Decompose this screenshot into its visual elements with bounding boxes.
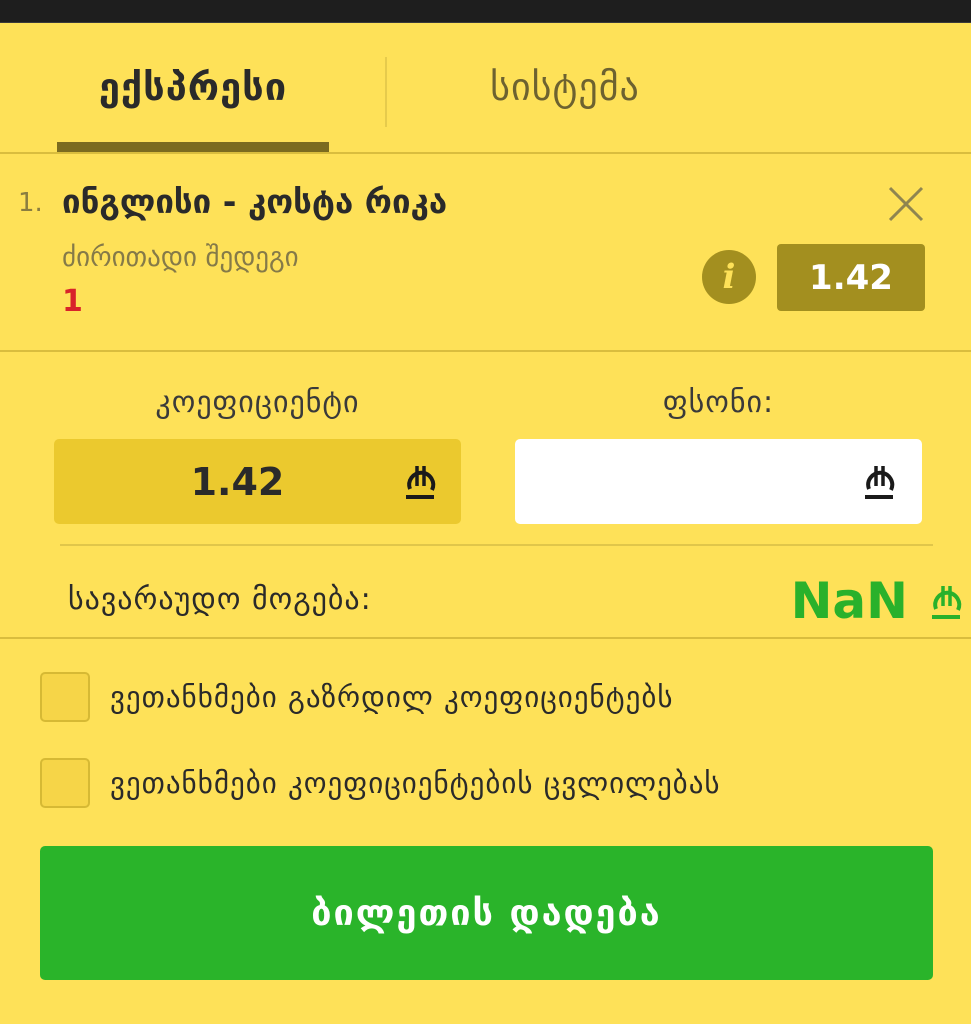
tab-express[interactable]: ექსპრესი xyxy=(57,22,329,152)
lari-icon xyxy=(865,466,895,499)
tab-system[interactable]: სისტემა xyxy=(390,22,740,152)
coefficient-value: 1.42 xyxy=(190,459,285,504)
lari-icon xyxy=(406,466,436,499)
accept-odds-change-option[interactable]: ვეთანხმები კოეფიციენტების ცვლილებას xyxy=(40,756,721,810)
accept-odds-change-label: ვეთანხმები კოეფიციენტების ცვლილებას xyxy=(110,766,721,800)
selection-outcome: 1 xyxy=(62,284,83,319)
accept-increased-odds-checkbox[interactable] xyxy=(40,672,90,722)
accept-increased-odds-label: ვეთანხმები გაზრდილ კოეფიციენტებს xyxy=(110,680,674,714)
selection-match: ინგლისი - კოსტა რიკა xyxy=(62,182,448,221)
bet-selection: 1. ინგლისი - კოსტა რიკა ძირითადი შედეგი … xyxy=(0,152,971,352)
remove-selection-button[interactable] xyxy=(884,182,928,226)
coefficient-field: 1.42 xyxy=(54,439,461,524)
lari-icon xyxy=(932,586,962,619)
stake-input[interactable] xyxy=(515,439,845,524)
accept-increased-odds-option[interactable]: ვეთანხმები გაზრდილ კოეფიციენტებს xyxy=(40,670,674,724)
selection-market: ძირითადი შედეგი xyxy=(62,242,299,273)
tab-divider xyxy=(385,57,387,127)
info-icon: i xyxy=(722,257,736,297)
bet-type-tabs: ექსპრესი სისტემა xyxy=(0,22,971,154)
divider xyxy=(60,544,933,546)
accept-odds-change-checkbox[interactable] xyxy=(40,758,90,808)
close-icon xyxy=(888,186,924,222)
possible-win-value: NaN xyxy=(790,572,908,630)
possible-win-label: სავარაუდო მოგება: xyxy=(68,582,372,617)
selection-number: 1. xyxy=(18,188,43,218)
divider xyxy=(0,637,971,639)
place-bet-button[interactable]: ბილეთის დადება xyxy=(40,846,933,980)
selection-odds-badge: 1.42 xyxy=(777,244,925,311)
stake-label: ფსონი: xyxy=(662,385,775,420)
info-button[interactable]: i xyxy=(702,250,756,304)
coefficient-label: კოეფიციენტი xyxy=(155,385,360,420)
stake-field[interactable] xyxy=(515,439,922,524)
status-bar xyxy=(0,0,971,23)
active-tab-indicator xyxy=(57,142,329,152)
